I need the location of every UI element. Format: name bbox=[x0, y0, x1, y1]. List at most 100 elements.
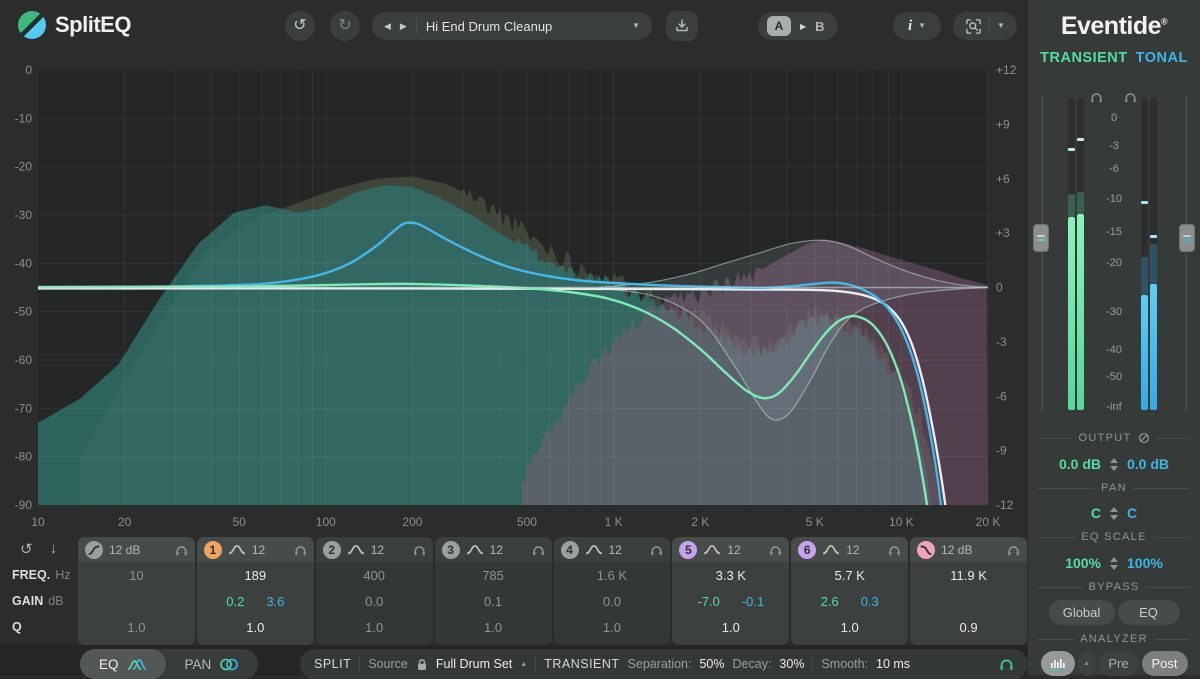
preset-selector[interactable]: ◀ ▶ Hi End Drum Cleanup ▼ bbox=[372, 12, 652, 40]
band-card-6[interactable]: 6 12 5.7 K 2.6 0.3 1.0 bbox=[791, 537, 909, 645]
band-3-solo-headphone-icon[interactable] bbox=[532, 544, 545, 556]
band-lp-header[interactable]: 12 dB bbox=[910, 537, 1027, 562]
zoom-dropdown-icon[interactable]: ▼ bbox=[997, 22, 1005, 30]
transient-stream-label[interactable]: TRANSIENT bbox=[1040, 50, 1127, 66]
split-monitor-headphone-icon[interactable] bbox=[999, 657, 1014, 671]
separation-value[interactable]: 50% bbox=[699, 657, 724, 671]
band-5-freq-value[interactable]: 3.3 K bbox=[672, 562, 789, 588]
band-1-freq-value[interactable]: 189 bbox=[197, 562, 314, 588]
transient-trim-track[interactable] bbox=[1041, 96, 1043, 412]
tonal-trim-track[interactable] bbox=[1185, 96, 1187, 412]
pan-transient-value[interactable]: C bbox=[1049, 505, 1101, 521]
analyzer-expand-icon[interactable]: ▲ bbox=[1077, 651, 1096, 676]
band-4-q-value[interactable]: 1.0 bbox=[554, 614, 671, 640]
band-2-solo-headphone-icon[interactable] bbox=[413, 544, 426, 556]
transient-meter-headphone-icon[interactable] bbox=[1090, 90, 1103, 108]
zoom-tool-button[interactable]: ▼ bbox=[953, 12, 1017, 40]
band-5-transient-gain[interactable]: -7.0 bbox=[697, 594, 719, 609]
analyzer-pre-button[interactable]: Pre bbox=[1098, 651, 1139, 676]
preset-prev-icon[interactable]: ◀ bbox=[384, 21, 391, 31]
band-hp-q-value[interactable]: 1.0 bbox=[78, 614, 195, 640]
bypass-eq-button[interactable]: EQ bbox=[1117, 600, 1180, 625]
band-5-slope[interactable]: 12 bbox=[727, 543, 740, 557]
band-2-header[interactable]: 2 12 bbox=[315, 537, 433, 562]
band-6-tonal-gain[interactable]: 0.3 bbox=[861, 594, 879, 609]
band-hp-gain-value[interactable] bbox=[78, 588, 195, 614]
band-1-transient-gain[interactable]: 0.2 bbox=[226, 594, 244, 609]
band-3-header[interactable]: 3 12 bbox=[434, 537, 552, 562]
bypass-global-button[interactable]: Global bbox=[1048, 600, 1115, 625]
smooth-value[interactable]: 10 ms bbox=[876, 657, 910, 671]
preset-name[interactable]: Hi End Drum Cleanup bbox=[426, 19, 623, 34]
band-4-header[interactable]: 4 12 bbox=[553, 537, 671, 562]
tonal-stream-label[interactable]: TONAL bbox=[1136, 50, 1188, 66]
save-preset-button[interactable] bbox=[666, 11, 698, 41]
band-5-header[interactable]: 5 12 bbox=[672, 537, 790, 562]
reset-bands-icon[interactable]: ↺ bbox=[20, 540, 33, 558]
preset-dropdown-icon[interactable]: ▼ bbox=[632, 22, 640, 30]
band-4-badge[interactable]: 4 bbox=[560, 540, 579, 559]
band-card-1[interactable]: 1 12 189 0.2 3.6 1.0 bbox=[196, 537, 314, 645]
band-6-header[interactable]: 6 12 bbox=[791, 537, 909, 562]
band-5-tonal-gain[interactable]: -0.1 bbox=[742, 594, 764, 609]
band-hp-solo-headphone-icon[interactable] bbox=[175, 544, 188, 556]
ab-compare[interactable]: A ▶ B bbox=[758, 12, 838, 40]
band-lp-lowpass-icon[interactable] bbox=[917, 540, 936, 559]
band-6-transient-gain[interactable]: 2.6 bbox=[821, 594, 839, 609]
output-transient-value[interactable]: 0.0 dB bbox=[1049, 456, 1101, 472]
analyzer-post-button[interactable]: Post bbox=[1141, 651, 1188, 676]
band-5-badge[interactable]: 5 bbox=[679, 540, 698, 559]
tonal-meter-headphone-icon[interactable] bbox=[1124, 90, 1137, 108]
band-5-solo-headphone-icon[interactable] bbox=[769, 544, 782, 556]
band-1-badge[interactable]: 1 bbox=[203, 540, 222, 559]
tonal-meter-trim-slider[interactable] bbox=[1179, 224, 1195, 253]
info-dropdown-icon[interactable]: ▼ bbox=[918, 22, 926, 30]
pan-stepper-icon[interactable] bbox=[1110, 506, 1118, 520]
band-6-slope[interactable]: 12 bbox=[846, 543, 859, 557]
band-1-header[interactable]: 1 12 bbox=[196, 537, 314, 562]
band-3-freq-value[interactable]: 785 bbox=[435, 562, 552, 588]
source-dropdown-icon[interactable]: ▲ bbox=[520, 661, 527, 668]
band-lp-slope[interactable]: 12 dB bbox=[941, 543, 972, 557]
undo-button[interactable]: ↺ bbox=[285, 11, 315, 41]
lock-icon[interactable] bbox=[416, 658, 428, 671]
band-lp-gain-value[interactable] bbox=[910, 588, 1027, 614]
pan-tonal-value[interactable]: C bbox=[1127, 505, 1179, 521]
band-4-gain-value[interactable]: 0.0 bbox=[554, 588, 671, 614]
band-6-badge[interactable]: 6 bbox=[798, 540, 817, 559]
band-2-slope[interactable]: 12 bbox=[371, 543, 384, 557]
band-1-tonal-gain[interactable]: 3.6 bbox=[266, 594, 284, 609]
collapse-strip-icon[interactable]: ↓ bbox=[50, 540, 58, 557]
band-1-solo-headphone-icon[interactable] bbox=[294, 544, 307, 556]
band-card-4[interactable]: 4 12 1.6 K 0.0 1.0 bbox=[553, 537, 671, 645]
ab-a-button[interactable]: A bbox=[767, 16, 791, 36]
band-card-2[interactable]: 2 12 400 0.0 1.0 bbox=[315, 537, 433, 645]
band-6-solo-headphone-icon[interactable] bbox=[888, 544, 901, 556]
band-4-slope[interactable]: 12 bbox=[609, 543, 622, 557]
band-4-freq-value[interactable]: 1.6 K bbox=[554, 562, 671, 588]
band-5-gain-value[interactable]: -7.0 -0.1 bbox=[672, 588, 789, 614]
band-6-freq-value[interactable]: 5.7 K bbox=[791, 562, 908, 588]
output-bypass-icon[interactable] bbox=[1138, 432, 1150, 444]
zoom-frame-icon[interactable] bbox=[965, 18, 982, 35]
analyzer-toggle-button[interactable] bbox=[1040, 651, 1075, 676]
source-select[interactable]: Full Drum Set bbox=[436, 657, 512, 671]
band-2-gain-value[interactable]: 0.0 bbox=[316, 588, 433, 614]
band-card-5[interactable]: 5 12 3.3 K -7.0 -0.1 1.0 bbox=[672, 537, 790, 645]
band-lp-freq-value[interactable]: 11.9 K bbox=[910, 562, 1027, 588]
band-3-slope[interactable]: 12 bbox=[490, 543, 503, 557]
band-1-slope[interactable]: 12 bbox=[252, 543, 265, 557]
ab-copy-arrow-icon[interactable]: ▶ bbox=[800, 22, 806, 31]
band-hp-header[interactable]: 12 dB bbox=[78, 537, 195, 562]
redo-button[interactable]: ↻ bbox=[330, 11, 360, 41]
band-lp-solo-headphone-icon[interactable] bbox=[1007, 544, 1020, 556]
band-lp-q-value[interactable]: 0.9 bbox=[910, 614, 1027, 640]
band-hp-slope[interactable]: 12 dB bbox=[109, 543, 140, 557]
eq-scale-stepper-icon[interactable] bbox=[1110, 556, 1118, 570]
ab-b-button[interactable]: B bbox=[815, 19, 828, 34]
eq-scale-tonal-value[interactable]: 100% bbox=[1127, 555, 1179, 571]
band-1-q-value[interactable]: 1.0 bbox=[197, 614, 314, 640]
eq-scale-transient-value[interactable]: 100% bbox=[1049, 555, 1101, 571]
band-6-gain-value[interactable]: 2.6 0.3 bbox=[791, 588, 908, 614]
band-2-freq-value[interactable]: 400 bbox=[316, 562, 433, 588]
